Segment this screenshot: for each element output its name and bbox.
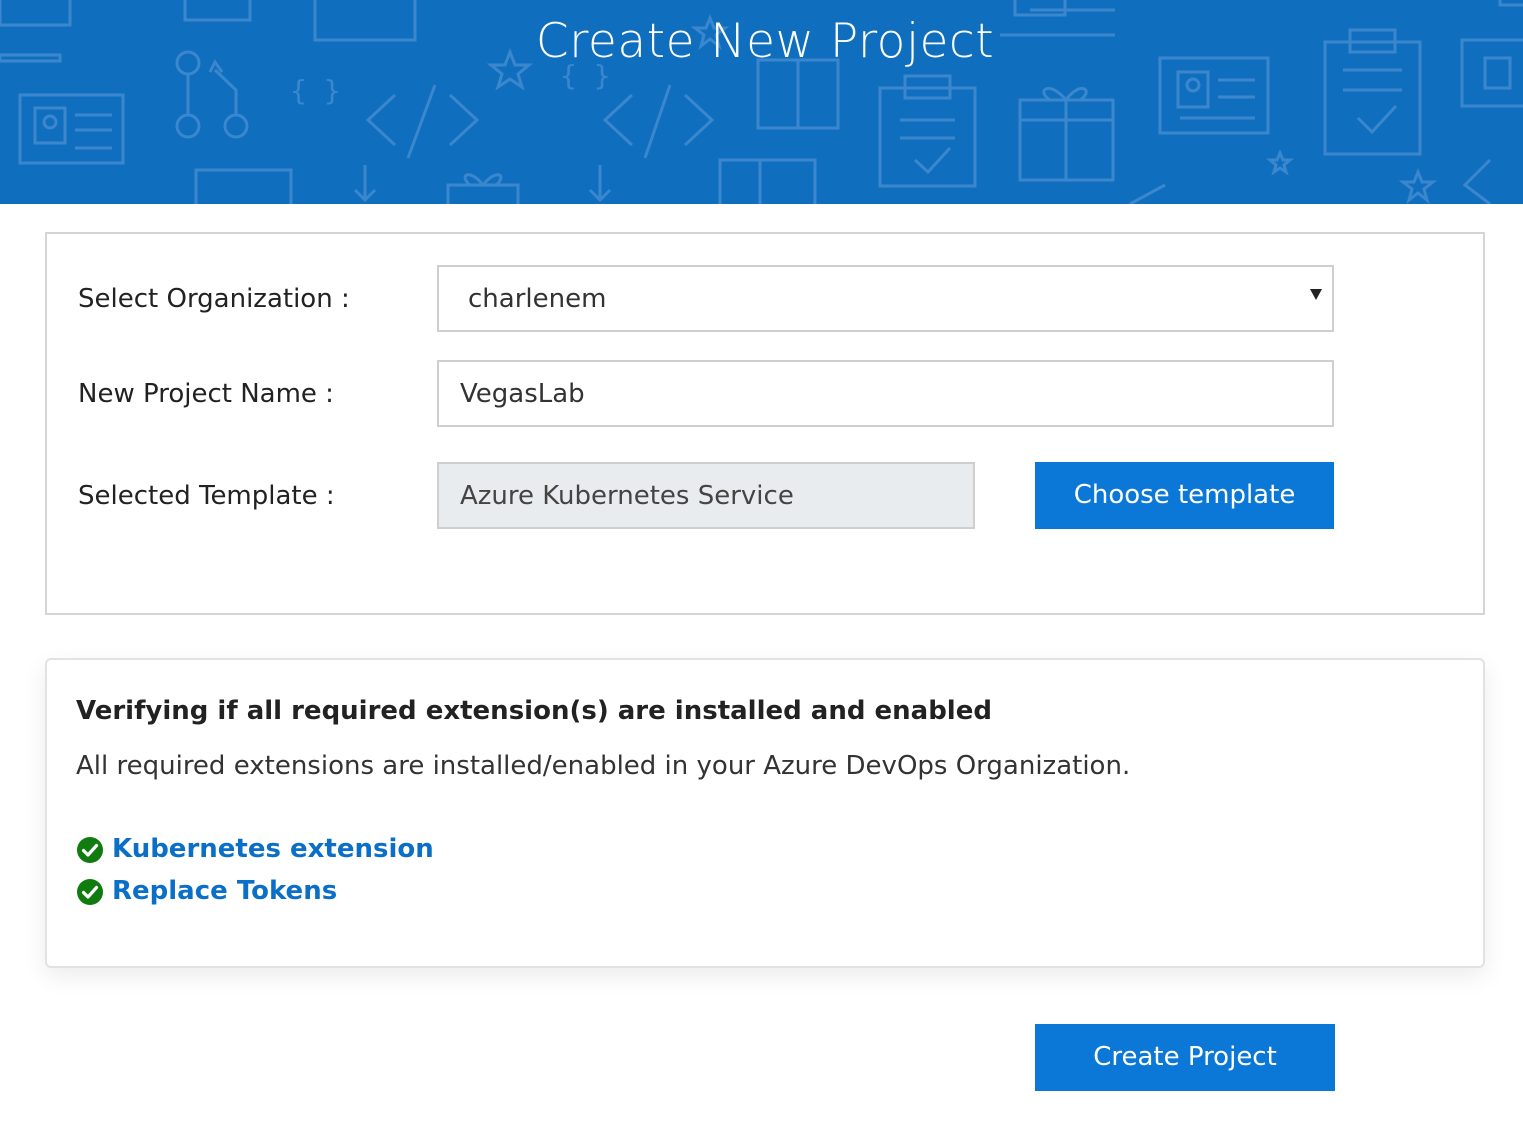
extensions-verification-card: Verifying if all required extension(s) a… [45,658,1485,968]
organization-select-value: charlenem [468,284,607,314]
organization-label: Select Organization : [78,284,350,314]
extensions-status-message: All required extensions are installed/en… [76,751,1131,781]
header-banner: { } { } Create New Project [0,0,1523,204]
project-name-input[interactable]: VegasLab [437,360,1334,427]
selected-template-field: Azure Kubernetes Service [437,462,975,529]
check-circle-icon [77,837,103,863]
project-name-label: New Project Name : [78,379,334,409]
choose-template-button[interactable]: Choose template [1035,462,1334,529]
selected-template-value: Azure Kubernetes Service [460,481,794,511]
caret-down-icon [1310,289,1322,300]
organization-select[interactable]: charlenem [437,265,1334,332]
page-title: Create New Project [535,14,995,69]
kubernetes-extension-link[interactable]: Kubernetes extension [112,834,434,864]
project-name-value: VegasLab [460,379,585,409]
project-form-card: Select Organization : charlenem New Proj… [45,232,1485,615]
replace-tokens-link[interactable]: Replace Tokens [112,876,337,906]
extensions-heading: Verifying if all required extension(s) a… [76,696,992,726]
svg-text:{ }: { } [290,74,341,107]
create-project-button[interactable]: Create Project [1035,1024,1335,1091]
template-label: Selected Template : [78,481,335,511]
check-circle-icon [77,879,103,905]
